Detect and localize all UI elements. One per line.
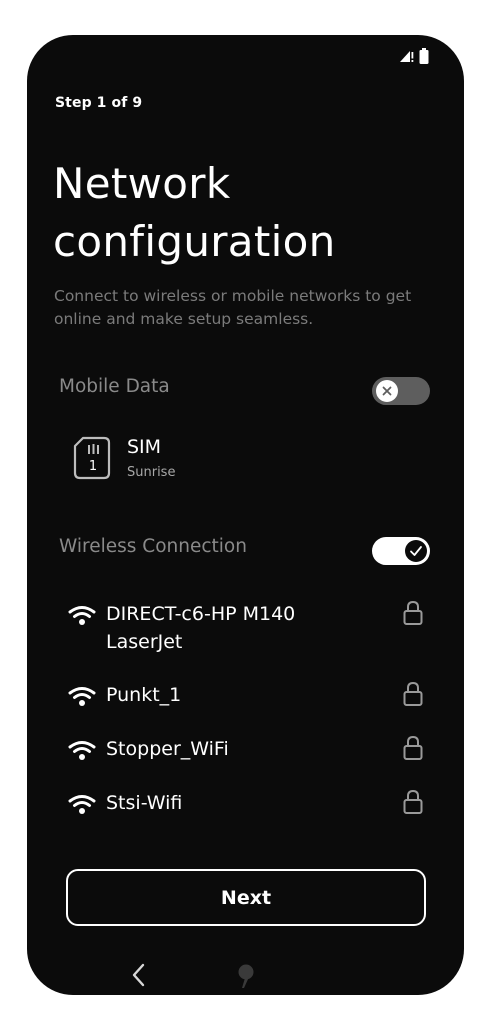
mobile-data-toggle[interactable] [372, 377, 430, 405]
lock-icon [403, 735, 423, 760]
home-icon[interactable] [234, 962, 258, 990]
wifi-network-item[interactable]: Stsi-Wifi [67, 789, 427, 819]
wifi-network-item[interactable]: DIRECT-c6-HP M140 LaserJet [67, 600, 427, 660]
wifi-icon [68, 687, 96, 706]
next-button[interactable]: Next [66, 869, 426, 926]
wifi-icon [68, 741, 96, 760]
lock-icon [403, 789, 423, 814]
signal-icon [399, 49, 415, 63]
navigation-bar [27, 960, 464, 990]
sim-card-item[interactable]: 1 SIM Sunrise [73, 435, 175, 480]
wifi-network-name: Stopper_WiFi [106, 738, 229, 760]
wifi-network-item[interactable]: Stopper_WiFi [67, 735, 427, 765]
wifi-icon [68, 795, 96, 814]
wireless-connection-label: Wireless Connection [59, 536, 247, 557]
wifi-network-item[interactable]: Punkt_1 [67, 681, 427, 711]
toggle-on-knob [405, 540, 427, 562]
status-bar [399, 47, 429, 65]
lock-icon [403, 600, 423, 625]
wifi-network-name: Stsi-Wifi [106, 792, 183, 814]
wireless-connection-toggle[interactable] [372, 537, 430, 565]
phone-screen: Step 1 of 9 Network configuration Connec… [27, 35, 464, 995]
sim-name: SIM [127, 436, 162, 458]
battery-icon [419, 48, 429, 64]
svg-text:1: 1 [89, 459, 97, 474]
step-indicator: Step 1 of 9 [55, 95, 143, 111]
page-subtitle: Connect to wireless or mobile networks t… [54, 287, 412, 328]
sim-provider: Sunrise [127, 465, 176, 480]
wifi-network-name: Punkt_1 [106, 684, 182, 706]
check-icon [410, 546, 422, 556]
close-icon [382, 386, 392, 396]
lock-icon [403, 681, 423, 706]
mobile-data-label: Mobile Data [59, 376, 170, 397]
wifi-icon [68, 606, 96, 625]
back-icon[interactable] [127, 962, 151, 988]
page-title: Network configuration [53, 159, 336, 266]
toggle-off-knob [376, 380, 398, 402]
sim-card-icon: 1 [73, 436, 111, 480]
wifi-network-name: DIRECT-c6-HP M140 LaserJet [106, 603, 296, 653]
